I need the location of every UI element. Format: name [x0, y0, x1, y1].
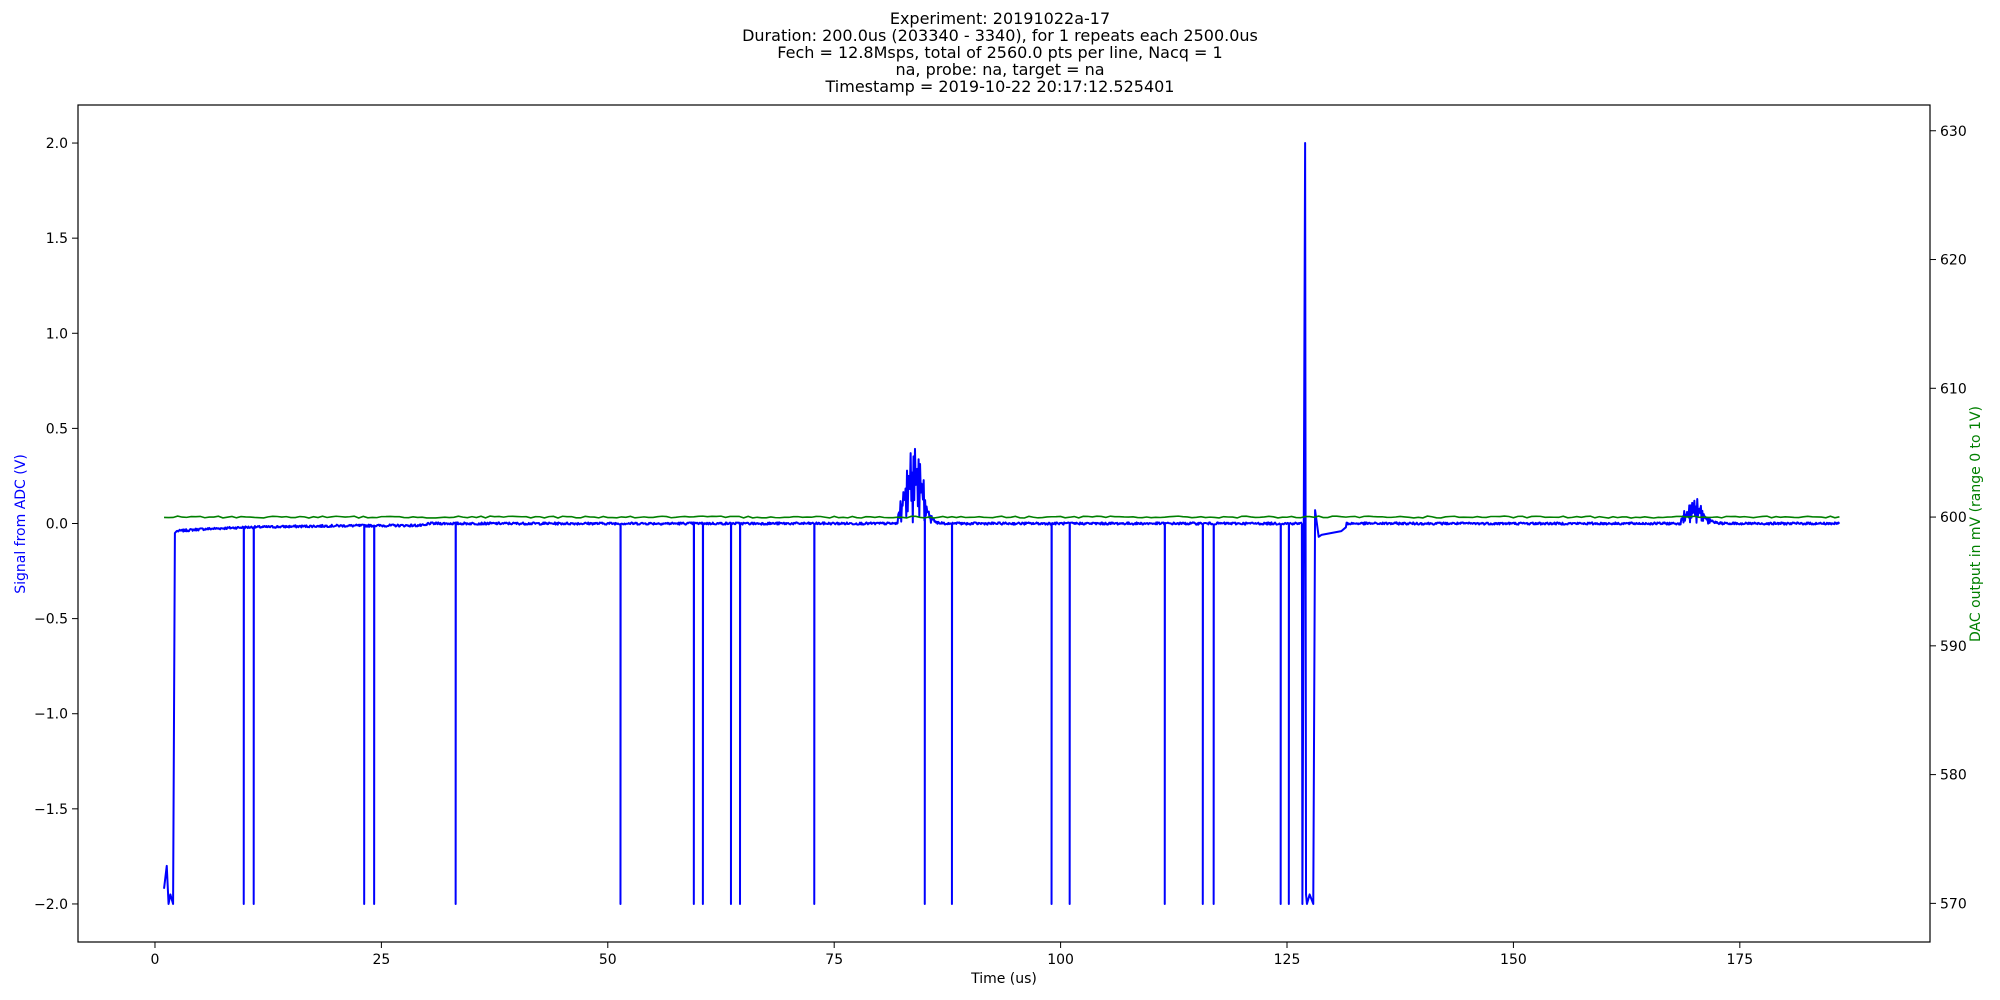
y-tick-label: 1.0 [46, 326, 68, 342]
y-right-tick-label: 580 [1940, 768, 1967, 784]
x-axis: 0 25 50 75 100 125 150 175 [151, 942, 1753, 968]
y-tick-label: 1.5 [46, 231, 68, 247]
series-layer [163, 142, 1841, 905]
y-right-tick-label: 630 [1940, 124, 1967, 140]
y-axis-right: 570 580 590 600 610 620 630 [1930, 124, 1967, 912]
signal-series-line [163, 142, 1841, 905]
chart-canvas: 0 25 50 75 100 125 150 175 −2.0 −1.5 −1.0 −0.5 0.0 0… [13, 104, 1984, 987]
x-tick-label: 50 [599, 952, 617, 968]
x-tick-label: 75 [825, 952, 843, 968]
y-tick-label: −1.5 [34, 802, 68, 818]
y-tick-label: −0.5 [34, 612, 68, 628]
y-right-tick-label: 590 [1940, 639, 1967, 655]
dac-series-line [164, 515, 1840, 519]
y-tick-label: 2.0 [46, 136, 68, 152]
y-tick-label: −2.0 [34, 897, 68, 913]
figure: Experiment: 20191022a-17 Duration: 200.0… [0, 0, 2000, 1000]
y-right-tick-label: 620 [1940, 253, 1967, 269]
x-axis-label: Time (us) [970, 971, 1037, 987]
y-tick-label: 0.5 [46, 421, 68, 437]
y-right-tick-label: 610 [1940, 381, 1967, 397]
y-axis-label-left: Signal from ADC (V) [13, 454, 29, 594]
y-axis-label-right: DAC output in mV (range 0 to 1V) [1968, 406, 1984, 642]
y-axis-left: −2.0 −1.5 −1.0 −0.5 0.0 0.5 1.0 1.5 2.0 [34, 136, 78, 913]
x-tick-label: 25 [372, 952, 390, 968]
x-tick-label: 150 [1500, 952, 1527, 968]
x-tick-label: 0 [151, 952, 160, 968]
y-tick-label: 0.0 [46, 517, 68, 533]
x-tick-label: 100 [1047, 952, 1074, 968]
y-right-tick-label: 570 [1940, 896, 1967, 912]
y-right-tick-label: 600 [1940, 510, 1967, 526]
x-tick-label: 175 [1726, 952, 1753, 968]
y-tick-label: −1.0 [34, 707, 68, 723]
x-tick-label: 125 [1274, 952, 1301, 968]
